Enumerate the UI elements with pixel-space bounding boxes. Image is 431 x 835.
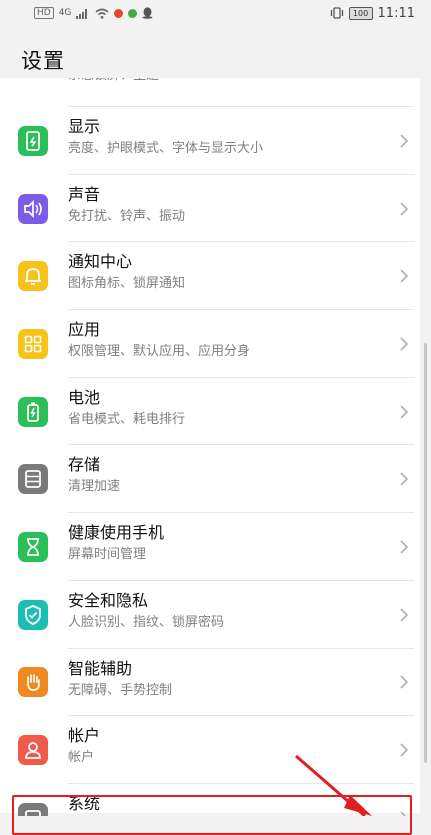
item-subtitle: 省电模式、耗电排行 — [68, 411, 186, 427]
chevron-right-icon — [400, 337, 409, 351]
item-text: 安全和隐私 人脸识别、指纹、锁屏密码 — [68, 590, 224, 633]
settings-item-accounts[interactable]: 帐户 帐户 — [0, 716, 420, 784]
item-text: 杂志锁屏、主题 — [68, 78, 159, 86]
hourglass-icon — [18, 531, 48, 562]
settings-item-battery[interactable]: 电池 省电模式、耗电排行 — [0, 378, 420, 446]
page-title: 设置 — [21, 49, 65, 73]
chevron-right-icon — [400, 201, 409, 216]
chevron-right-icon — [400, 540, 409, 554]
display-icon — [18, 125, 48, 156]
settings-card: 杂志锁屏、主题 显示 亮度、护眼模式、字体与显示大小 — [0, 78, 420, 816]
item-title: 智能辅助 — [68, 658, 133, 678]
item-text: 通知中心 图标角标、锁屏通知 — [68, 251, 185, 294]
settings-item-sound[interactable]: 声音 免打扰、铃声、振动 — [0, 175, 420, 243]
apps-grid-icon — [18, 328, 48, 359]
storage-icon — [18, 464, 48, 495]
item-text: 帐户 帐户 — [68, 725, 100, 768]
item-text: 显示 亮度、护眼模式、字体与显示大小 — [68, 116, 263, 159]
settings-item-theme[interactable]: 杂志锁屏、主题 — [0, 78, 420, 107]
chevron-right-icon — [400, 472, 409, 486]
item-title: 应用 — [68, 320, 101, 340]
chevron-right-icon — [400, 608, 409, 622]
settings-item-smart-assistance[interactable]: 智能辅助 无障碍、手势控制 — [0, 649, 420, 717]
item-subtitle: 亮度、护眼模式、字体与显示大小 — [68, 141, 264, 156]
settings-item-display[interactable]: 显示 亮度、护眼模式、字体与显示大小 — [0, 107, 420, 175]
hd-indicator: HD — [34, 7, 54, 19]
settings-item-digital-balance[interactable]: 健康使用手机 屏幕时间管理 — [0, 513, 420, 581]
item-subtitle: 杂志锁屏、主题 — [68, 78, 159, 86]
status-bar: HD 4G 100 11:11 — [0, 0, 431, 26]
item-title: 存储 — [68, 455, 101, 475]
item-subtitle: 帐户 — [68, 750, 95, 766]
wifi-icon — [95, 8, 109, 19]
settings-item-notifications[interactable]: 通知中心 图标角标、锁屏通知 — [0, 242, 420, 311]
chevron-right-icon — [400, 134, 409, 148]
shield-icon — [18, 599, 48, 630]
chevron-right-icon — [400, 405, 409, 419]
battery-icon — [18, 396, 48, 427]
item-text: 存储 清理加速 — [68, 454, 120, 497]
chevron-right-icon — [400, 743, 409, 757]
item-subtitle: 人脸识别、指纹、锁屏密码 — [68, 614, 225, 630]
item-subtitle: 免打扰、铃声、振动 — [68, 208, 186, 224]
sound-icon — [18, 193, 48, 224]
signal-icon — [76, 8, 88, 19]
item-title: 通知中心 — [68, 252, 133, 272]
vibrate-icon — [330, 7, 343, 19]
item-subtitle: 图标角标、锁屏通知 — [68, 276, 186, 292]
item-subtitle: 无障碍、手势控制 — [68, 682, 173, 698]
settings-list[interactable]: 杂志锁屏、主题 显示 亮度、护眼模式、字体与显示大小 — [0, 78, 431, 816]
status-time: 11:11 — [377, 5, 415, 21]
item-text: 应用 权限管理、默认应用、应用分身 — [68, 319, 250, 362]
qq-icon — [142, 7, 153, 19]
settings-item-security[interactable]: 安全和隐私 人脸识别、指纹、锁屏密码 — [0, 581, 420, 649]
app-notification-icon — [114, 8, 124, 18]
settings-item-storage[interactable]: 存储 清理加速 — [0, 445, 420, 514]
chevron-right-icon — [400, 269, 409, 283]
item-title: 帐户 — [68, 726, 101, 746]
bell-icon — [18, 261, 48, 292]
item-text: 智能辅助 无障碍、手势控制 — [68, 658, 172, 701]
item-subtitle: 清理加速 — [68, 479, 121, 495]
item-title: 健康使用手机 — [68, 523, 165, 543]
item-subtitle: 屏幕时间管理 — [68, 547, 147, 563]
item-subtitle: 权限管理、默认应用、应用分身 — [68, 344, 251, 360]
item-text: 声音 免打扰、铃声、振动 — [68, 184, 185, 227]
item-text: 电池 省电模式、耗电排行 — [68, 387, 185, 430]
item-title: 显示 — [68, 117, 101, 136]
hand-icon — [18, 667, 48, 698]
status-left: HD 4G — [34, 7, 153, 19]
item-title: 电池 — [68, 387, 101, 407]
app-notification-icon — [128, 8, 138, 18]
settings-item-apps[interactable]: 应用 权限管理、默认应用、应用分身 — [0, 310, 420, 378]
scrollbar[interactable] — [424, 343, 427, 763]
chevron-right-icon — [400, 675, 409, 689]
item-title: 安全和隐私 — [68, 590, 149, 610]
battery-indicator: 100 — [348, 6, 373, 20]
account-icon — [18, 735, 48, 766]
annotation-highlight-box — [12, 795, 412, 835]
status-right: 100 11:11 — [330, 6, 415, 21]
item-title: 声音 — [68, 184, 101, 204]
network-type: 4G — [58, 8, 72, 18]
item-text: 健康使用手机 屏幕时间管理 — [68, 522, 164, 565]
